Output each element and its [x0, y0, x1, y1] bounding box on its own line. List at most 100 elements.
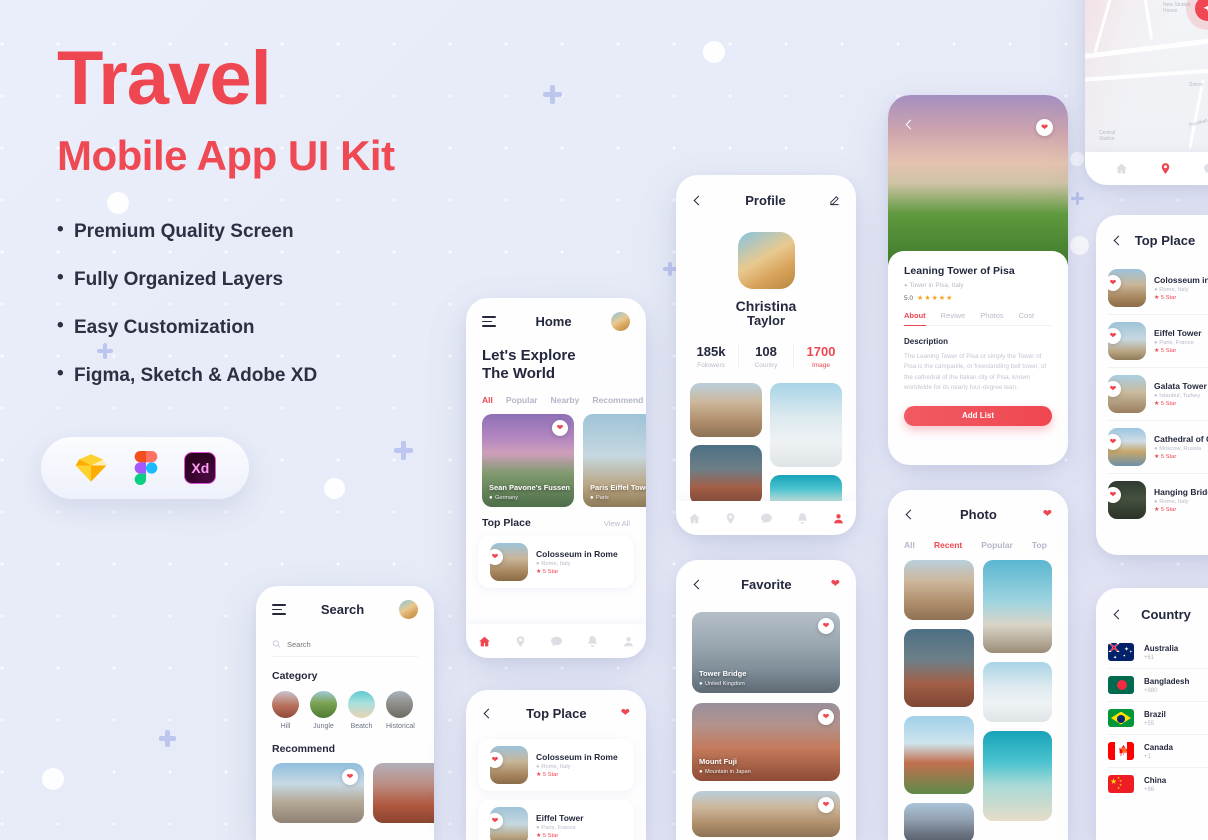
photo-tile[interactable] — [982, 731, 1052, 821]
country-row[interactable]: 🍁 Canada +1 — [1096, 735, 1208, 767]
favorite-icon[interactable]: ❤ — [552, 420, 568, 436]
nav-chat-icon[interactable] — [1203, 162, 1208, 175]
favorite-icon[interactable]: ❤ — [342, 769, 358, 785]
country-row[interactable]: Brazil +55 — [1096, 702, 1208, 734]
tab-popular[interactable]: Popular — [981, 540, 1013, 550]
recommend-section-title: Recommend — [272, 743, 336, 755]
country-row[interactable]: ✦ ✦ ✦ ✦ Australia +61 — [1096, 636, 1208, 668]
favorite-icon[interactable]: ❤ — [1108, 381, 1121, 397]
back-icon[interactable] — [905, 509, 916, 520]
home-card[interactable]: Paris Eiffel Tower Paris ● — [583, 414, 646, 507]
tab-all[interactable]: All — [482, 395, 493, 405]
nav-profile-icon[interactable] — [622, 635, 635, 648]
search-input[interactable] — [286, 639, 418, 649]
recommend-card[interactable] — [373, 763, 434, 823]
photo-tile[interactable] — [904, 716, 974, 794]
country-title: Country — [1141, 607, 1191, 622]
list-item[interactable]: ❤ Cathedral of Christ ● Moscow, Russia ★… — [1096, 421, 1208, 473]
tab-about[interactable]: About — [904, 311, 926, 326]
tab-popular[interactable]: Popular — [506, 395, 538, 405]
avatar[interactable] — [399, 600, 418, 619]
favorite-card[interactable]: ❤ Tower Bridge United Kingdom ● — [692, 612, 840, 693]
map-location-marker[interactable] — [1195, 0, 1208, 21]
view-all-link[interactable]: View All — [604, 519, 630, 528]
photo-tabs: All Recent Popular Top — [888, 540, 1068, 550]
home-card[interactable]: ❤ Sean Pavone's Fussen Germany ● — [482, 414, 574, 507]
menu-icon[interactable] — [482, 316, 496, 327]
photo-tile[interactable] — [904, 560, 974, 620]
country-row[interactable]: Bangladesh +880 — [1096, 669, 1208, 701]
favorite-icon[interactable]: ❤ — [1043, 509, 1052, 520]
favorite-icon[interactable]: ❤ — [1036, 119, 1053, 136]
back-icon[interactable] — [693, 579, 704, 590]
favorite-icon[interactable]: ❤ — [1108, 275, 1121, 291]
back-icon[interactable] — [483, 708, 494, 719]
favorite-card[interactable]: ❤ Mount Fuji Mountain in Japan ● — [692, 703, 840, 781]
favorite-icon[interactable]: ❤ — [1108, 328, 1121, 344]
recommend-card[interactable]: ❤ — [272, 763, 364, 823]
favorite-icon[interactable]: ❤ — [818, 618, 834, 634]
category-item[interactable]: Jungle — [310, 691, 337, 730]
list-item[interactable]: ❤ Eiffel Tower ● Paris, France ★ 5 Star — [1096, 315, 1208, 367]
tab-recommend[interactable]: Recommend — [592, 395, 643, 405]
gallery-photo[interactable] — [770, 383, 842, 468]
gallery-photo[interactable] — [690, 445, 762, 506]
back-icon[interactable] — [1113, 609, 1124, 620]
photo-tile[interactable] — [904, 803, 974, 840]
favorite-icon[interactable]: ❤ — [490, 813, 503, 829]
tab-photos[interactable]: Photos — [980, 311, 1003, 320]
tab-reviwe[interactable]: Reviwe — [941, 311, 966, 320]
list-item-location: ● Paris, France — [536, 825, 576, 831]
card-name: Tower Bridge — [699, 669, 747, 678]
list-item[interactable]: ❤ Colosseum in Rome ● Rome, Italy ★ 5 St… — [478, 739, 634, 791]
add-list-button[interactable]: Add List — [904, 405, 1052, 426]
tab-top[interactable]: Top — [1032, 540, 1047, 550]
favorite-icon[interactable]: ❤ — [1108, 434, 1121, 450]
back-icon[interactable] — [693, 195, 704, 206]
list-item[interactable]: ❤ Colosseum in Rome ● Rome, Italy ★ 5 St… — [1096, 262, 1208, 314]
nav-home-icon[interactable] — [688, 512, 701, 525]
nav-location-icon[interactable] — [514, 635, 527, 648]
photo-tile[interactable] — [904, 629, 974, 707]
avatar[interactable] — [611, 312, 630, 331]
photo-tile[interactable] — [982, 560, 1052, 653]
menu-icon[interactable] — [272, 604, 286, 615]
nav-home-icon[interactable] — [478, 635, 491, 648]
nav-chat-icon[interactable] — [550, 635, 563, 648]
tab-all[interactable]: All — [904, 540, 915, 550]
nav-location-icon[interactable] — [1159, 162, 1172, 175]
category-item[interactable]: Beatch — [348, 691, 375, 730]
edit-icon[interactable] — [829, 195, 840, 206]
nav-chat-icon[interactable] — [760, 512, 773, 525]
category-item[interactable]: Historical — [386, 691, 415, 730]
favorite-icon[interactable]: ❤ — [818, 709, 834, 725]
list-item[interactable]: ❤ Colosseum in Rome ● Rome, Italy ★ 5 St… — [478, 536, 634, 588]
nav-notification-icon[interactable] — [796, 512, 809, 525]
back-icon[interactable] — [1113, 235, 1124, 246]
tab-cost[interactable]: Cost — [1019, 311, 1034, 320]
favorite-icon[interactable]: ❤ — [818, 797, 834, 813]
photo-tile[interactable] — [982, 662, 1052, 722]
nav-notification-icon[interactable] — [586, 635, 599, 648]
nav-home-icon[interactable] — [1115, 162, 1128, 175]
category-image — [272, 691, 299, 718]
country-row[interactable]: ★ ★ ★ ★ ★ China +86 — [1096, 768, 1208, 800]
tab-recent[interactable]: Recent — [934, 540, 962, 550]
favorite-icon[interactable]: ❤ — [490, 549, 503, 565]
design-tools-badge: Xd — [41, 437, 249, 499]
list-item[interactable]: ❤ Hanging Bridge ● Rome, Italy ★ 5 Star — [1096, 474, 1208, 526]
favorite-icon[interactable]: ❤ — [621, 708, 630, 719]
category-item[interactable]: Hill — [272, 691, 299, 730]
profile-avatar[interactable] — [737, 232, 795, 289]
tab-nearby[interactable]: Nearby — [551, 395, 580, 405]
nav-location-icon[interactable] — [724, 512, 737, 525]
back-icon[interactable] — [904, 119, 916, 130]
favorite-icon[interactable]: ❤ — [1108, 487, 1121, 503]
nav-profile-icon[interactable] — [832, 512, 845, 525]
favorite-icon[interactable]: ❤ — [490, 752, 503, 768]
list-item[interactable]: ❤ Eiffel Tower ● Paris, France ★ 5 Star — [478, 800, 634, 840]
favorite-icon[interactable]: ❤ — [831, 579, 840, 590]
favorite-card[interactable]: ❤ — [692, 791, 840, 837]
list-item[interactable]: ❤ Galata Tower ● Istanbul, Turkey ★ 5 St… — [1096, 368, 1208, 420]
gallery-photo[interactable] — [690, 383, 762, 438]
